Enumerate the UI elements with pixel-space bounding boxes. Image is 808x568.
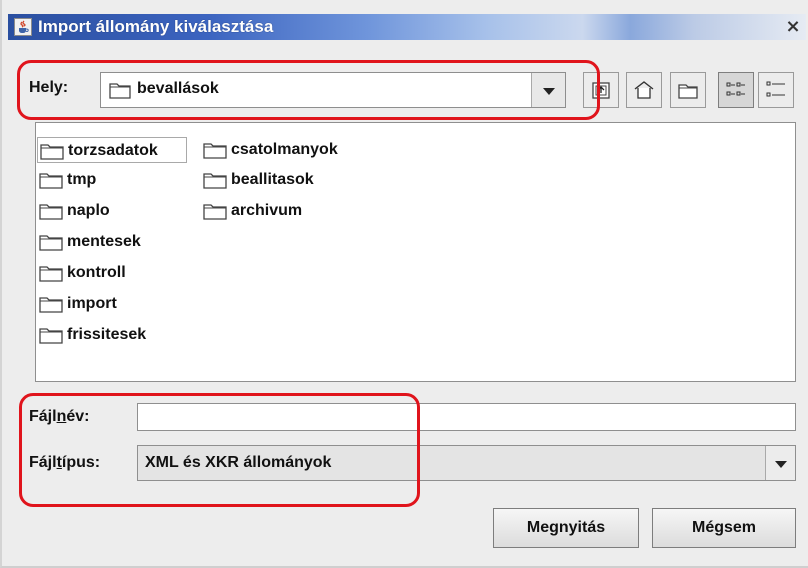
home-button[interactable] bbox=[626, 72, 662, 108]
folder-icon bbox=[39, 295, 63, 321]
chevron-down-icon[interactable] bbox=[765, 446, 795, 480]
folder-icon bbox=[40, 142, 64, 168]
location-value: bevallások bbox=[137, 80, 219, 97]
list-item[interactable]: naplo bbox=[37, 198, 110, 224]
new-folder-button[interactable] bbox=[670, 72, 706, 108]
file-name: beallitasok bbox=[231, 171, 314, 188]
list-item[interactable]: beallitasok bbox=[201, 167, 314, 193]
file-list[interactable]: torzsadatok tmp naplo mentesek kontroll bbox=[35, 122, 796, 382]
folder-icon bbox=[39, 171, 63, 197]
file-name: tmp bbox=[67, 171, 97, 188]
file-name: mentesek bbox=[67, 233, 141, 250]
up-folder-button[interactable] bbox=[583, 72, 619, 108]
list-item[interactable]: mentesek bbox=[37, 229, 141, 255]
location-combobox[interactable]: bevallások bbox=[100, 72, 566, 108]
chevron-down-icon[interactable] bbox=[531, 73, 565, 107]
folder-icon bbox=[39, 233, 63, 259]
home-icon bbox=[634, 81, 654, 99]
filetype-value: XML és XKR állományok bbox=[145, 454, 332, 471]
import-file-dialog: Import állomány kiválasztása × Hely: bev… bbox=[0, 0, 808, 568]
folder-icon bbox=[39, 202, 63, 228]
up-folder-icon bbox=[592, 82, 610, 99]
list-item[interactable]: tmp bbox=[37, 167, 96, 193]
dialog-title: Import állomány kiválasztása bbox=[38, 17, 274, 36]
folder-icon bbox=[39, 264, 63, 290]
title-bar[interactable]: Import állomány kiválasztása × bbox=[8, 14, 806, 40]
list-item[interactable]: frissitesek bbox=[37, 322, 146, 348]
list-item[interactable]: csatolmanyok bbox=[201, 137, 338, 163]
filetype-label: Fájltípus: bbox=[29, 454, 101, 471]
file-name: csatolmanyok bbox=[231, 141, 338, 158]
filename-input[interactable] bbox=[137, 403, 796, 431]
file-name: naplo bbox=[67, 202, 110, 219]
location-label: Hely: bbox=[29, 79, 69, 96]
folder-icon bbox=[203, 141, 227, 167]
list-view-icon bbox=[726, 82, 745, 96]
open-button[interactable]: Megnyitás bbox=[493, 508, 639, 548]
java-cup-icon bbox=[14, 18, 32, 36]
file-name: kontroll bbox=[67, 264, 126, 281]
list-item[interactable]: import bbox=[37, 291, 117, 317]
list-item[interactable]: archivum bbox=[201, 198, 302, 224]
file-name: archivum bbox=[231, 202, 303, 219]
cancel-button[interactable]: Mégsem bbox=[652, 508, 796, 548]
folder-icon bbox=[39, 326, 63, 352]
file-name: torzsadatok bbox=[68, 142, 158, 159]
list-item[interactable]: torzsadatok bbox=[37, 137, 187, 163]
file-name: import bbox=[67, 295, 117, 312]
details-view-button[interactable] bbox=[758, 72, 794, 108]
list-item[interactable]: kontroll bbox=[37, 260, 126, 286]
close-button[interactable]: × bbox=[782, 17, 804, 37]
filetype-combobox[interactable]: XML és XKR állományok bbox=[137, 445, 796, 481]
list-view-button[interactable] bbox=[718, 72, 754, 108]
details-view-icon bbox=[766, 81, 785, 97]
filename-label: Fájlnév: bbox=[29, 408, 90, 425]
folder-icon bbox=[203, 202, 227, 228]
file-name: frissitesek bbox=[67, 326, 147, 343]
folder-icon bbox=[203, 171, 227, 197]
new-folder-icon bbox=[678, 84, 698, 99]
folder-icon bbox=[109, 81, 131, 104]
